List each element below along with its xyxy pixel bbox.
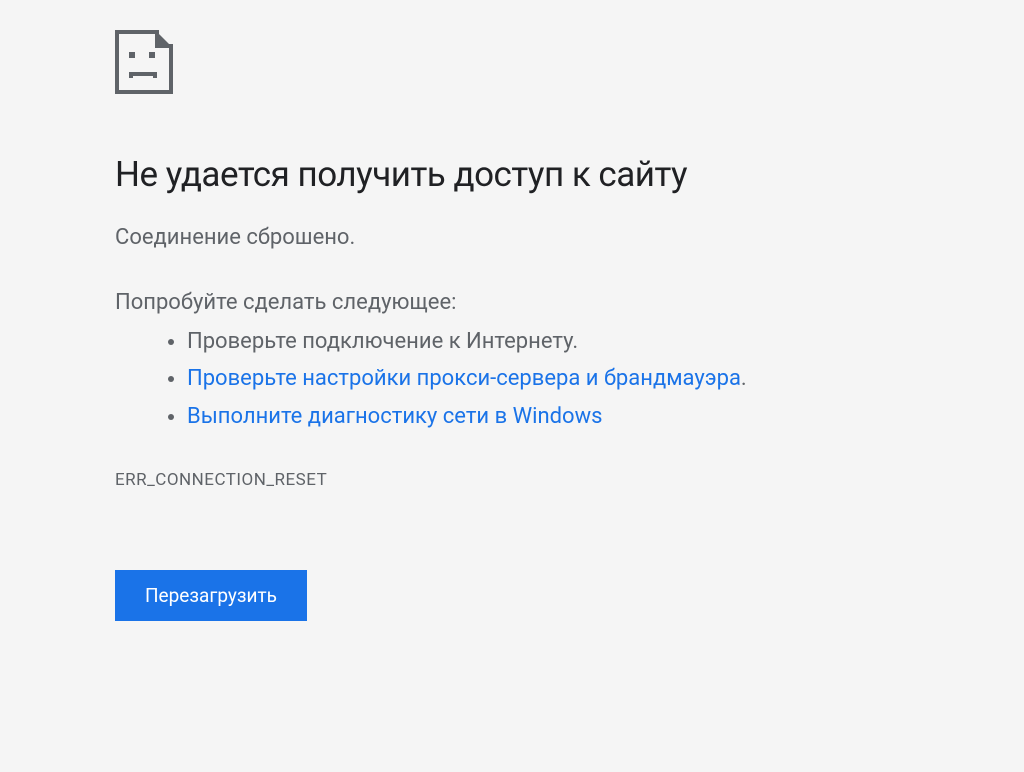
sad-page-icon bbox=[115, 30, 175, 95]
error-icon-container bbox=[115, 30, 1024, 99]
error-heading: Не удается получить доступ к сайту bbox=[115, 154, 1024, 195]
error-code: ERR_CONNECTION_RESET bbox=[115, 470, 1024, 490]
suggestion-item: Проверьте подключение к Интернету. bbox=[187, 323, 1024, 360]
suggestion-suffix: . bbox=[741, 366, 747, 391]
suggestion-item: Выполните диагностику сети в Windows bbox=[187, 398, 1024, 435]
suggestions-intro: Попробуйте сделать следующее: bbox=[115, 290, 1024, 315]
suggestions-list: Проверьте подключение к Интернету. Прове… bbox=[187, 323, 1024, 435]
windows-diagnostics-link[interactable]: Выполните диагностику сети в Windows bbox=[187, 404, 602, 429]
suggestion-item: Проверьте настройки прокси-сервера и бра… bbox=[187, 360, 1024, 397]
proxy-firewall-link[interactable]: Проверьте настройки прокси-сервера и бра… bbox=[187, 366, 741, 391]
reload-button[interactable]: Перезагрузить bbox=[115, 570, 307, 621]
error-sub-message: Соединение сброшено. bbox=[115, 225, 1024, 250]
